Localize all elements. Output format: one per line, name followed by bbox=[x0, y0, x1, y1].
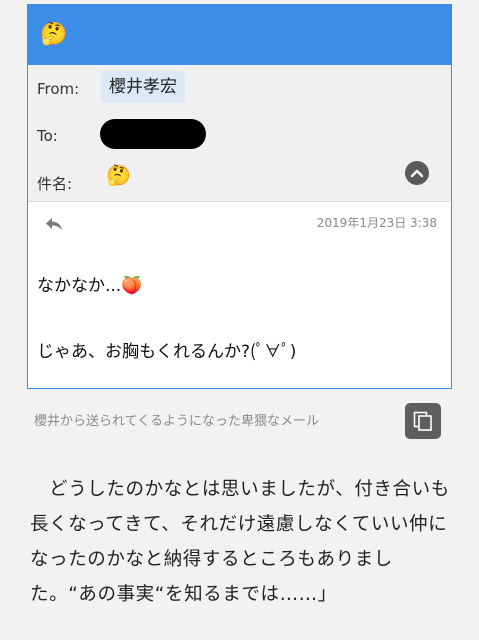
collapse-details-button[interactable] bbox=[405, 161, 429, 185]
thinking-emoji-icon: 🤔 bbox=[40, 22, 68, 47]
message-line-1: なかなか...🍑 bbox=[37, 276, 143, 296]
email-header-bar: 🤔 bbox=[28, 5, 451, 65]
chevron-up-icon bbox=[410, 169, 424, 178]
email-meta-panel: From: 櫻井孝宏 To: 件名: 🤔 bbox=[28, 65, 451, 202]
copy-icon bbox=[413, 411, 432, 431]
subject-label: 件名: bbox=[37, 175, 73, 193]
message-line-2: じゃあ、お胸もくれるんか?(ﾟ∀ﾟ) bbox=[37, 342, 297, 362]
from-label: From: bbox=[37, 80, 80, 98]
article-paragraph: どうしたのかなとは思いましたが、付き合いも長くなってきて、それだけ遠慮しなくてい… bbox=[30, 479, 450, 605]
to-label: To: bbox=[37, 127, 58, 145]
email-date: 2019年1月23日 3:38 bbox=[316, 216, 437, 230]
reply-icon[interactable] bbox=[44, 216, 64, 232]
copy-button[interactable] bbox=[405, 403, 441, 439]
from-sender-chip[interactable]: 櫻井孝宏 bbox=[101, 71, 185, 103]
subject-thinking-emoji: 🤔 bbox=[106, 163, 131, 187]
email-screenshot-card: 🤔 From: 櫻井孝宏 To: 件名: 🤔 2019年1月23日 3:38 な… bbox=[27, 4, 452, 389]
to-recipient-redaction bbox=[100, 119, 206, 149]
email-body: 2019年1月23日 3:38 なかなか...🍑 じゃあ、お胸もくれるんか?(ﾟ… bbox=[28, 201, 451, 388]
image-caption: 櫻井から送られてくるようになった卑猥なメール bbox=[34, 414, 319, 429]
